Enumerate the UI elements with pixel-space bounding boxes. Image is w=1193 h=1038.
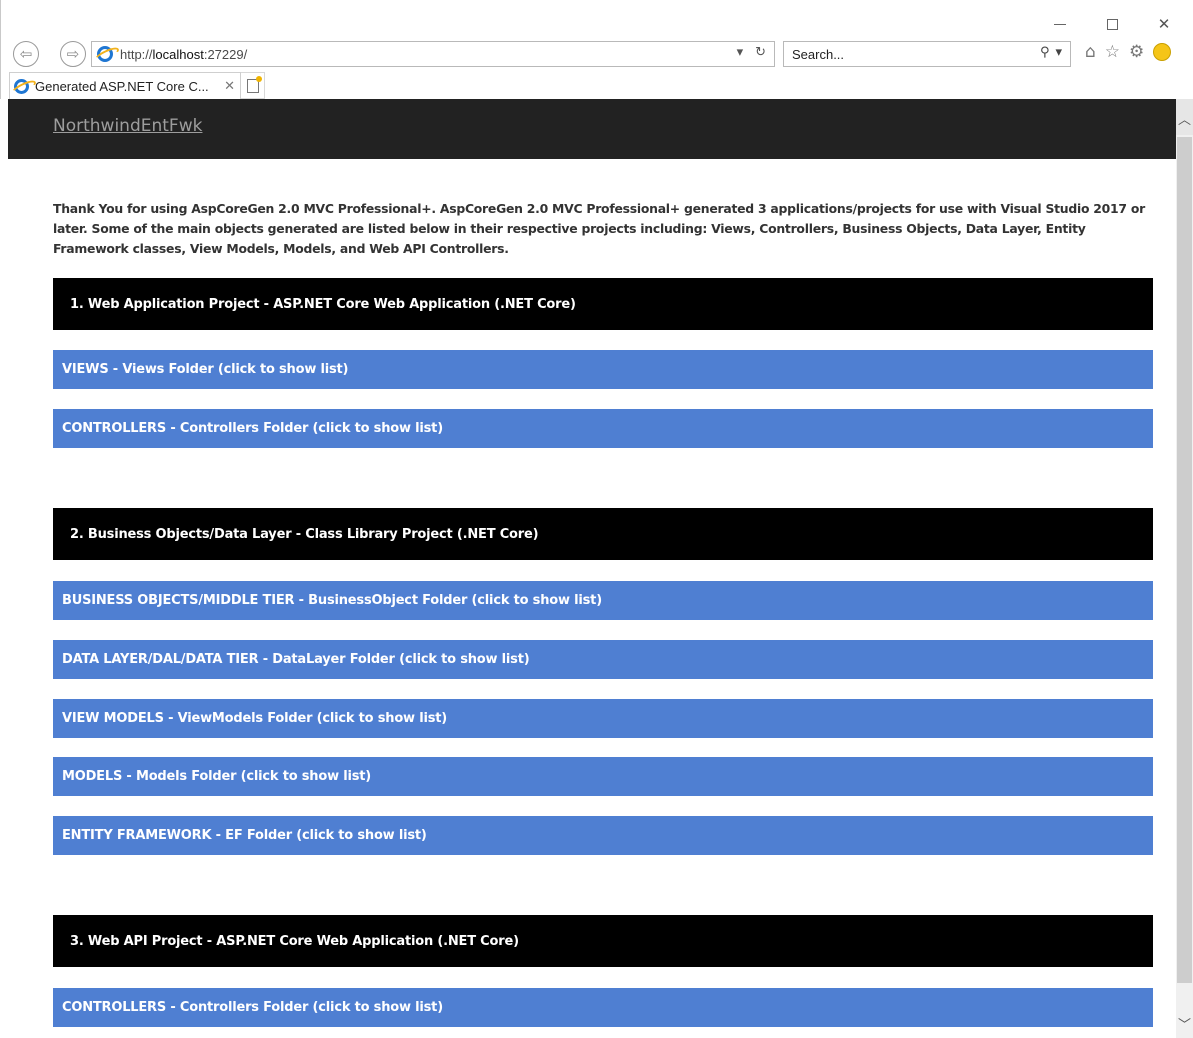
url-prefix: http:// xyxy=(120,46,153,62)
vertical-scrollbar[interactable]: ︿ ﹀ xyxy=(1176,99,1193,1038)
section-header-business-objects: 2. Business Objects/Data Layer - Class L… xyxy=(53,508,1153,560)
section-header-web-api: 3. Web API Project - ASP.NET Core Web Ap… xyxy=(53,915,1153,967)
home-icon[interactable]: ⌂ xyxy=(1085,42,1096,62)
chevron-up-icon: ︿ xyxy=(1177,113,1191,128)
folder-toggle-api-controllers[interactable]: CONTROLLERS - Controllers Folder (click … xyxy=(53,988,1153,1027)
ie-logo-icon xyxy=(14,78,29,94)
url-suffix: :27229/ xyxy=(203,46,248,62)
ie-logo-icon xyxy=(97,46,113,62)
scroll-up-button[interactable]: ︿ xyxy=(1176,99,1193,135)
address-bar[interactable]: http://localhost:27229/ ▾ ↻ xyxy=(91,41,775,67)
url-text[interactable]: http://localhost:27229/ xyxy=(120,47,247,62)
scroll-down-button[interactable]: ﹀ xyxy=(1176,1008,1193,1038)
folder-toggle-entity-framework[interactable]: ENTITY FRAMEWORK - EF Folder (click to s… xyxy=(53,816,1153,855)
scroll-thumb[interactable] xyxy=(1177,137,1192,983)
new-tab-icon xyxy=(246,75,262,93)
favorites-star-icon[interactable]: ☆ xyxy=(1105,42,1120,62)
minimize-icon xyxy=(1054,23,1066,25)
folder-toggle-view-models[interactable]: VIEW MODELS - ViewModels Folder (click t… xyxy=(53,699,1153,738)
close-window-button[interactable]: ✕ xyxy=(1149,13,1179,35)
back-arrow-icon: ⇦ xyxy=(19,45,33,63)
smiley-feedback-icon[interactable] xyxy=(1153,43,1172,61)
tab-bar: Generated ASP.NET Core C... ✕ xyxy=(9,72,265,99)
navigation-bar: ⇦ ⇨ http://localhost:27229/ ▾ ↻ ⚲ ▾ ⌂ ☆ … xyxy=(9,40,1191,68)
page-viewport: NorthwindEntFwk Thank You for using AspC… xyxy=(8,99,1176,1038)
address-tools: ▾ ↻ xyxy=(737,45,766,60)
forward-button[interactable]: ⇨ xyxy=(60,41,86,67)
maximize-icon xyxy=(1106,18,1118,30)
back-button[interactable]: ⇦ xyxy=(13,41,39,67)
new-tab-button[interactable] xyxy=(241,72,265,99)
maximize-button[interactable] xyxy=(1097,13,1127,35)
forward-arrow-icon: ⇨ xyxy=(66,45,80,63)
intro-text: Thank You for using AspCoreGen 2.0 MVC P… xyxy=(53,201,1145,256)
folder-toggle-business-objects[interactable]: BUSINESS OBJECTS/MIDDLE TIER - BusinessO… xyxy=(53,581,1153,620)
search-input[interactable] xyxy=(784,46,1014,62)
tab-close-icon[interactable]: ✕ xyxy=(224,78,235,94)
folder-toggle-views[interactable]: VIEWS - Views Folder (click to show list… xyxy=(53,350,1153,389)
folder-toggle-controllers[interactable]: CONTROLLERS - Controllers Folder (click … xyxy=(53,409,1153,448)
tab-title: Generated ASP.NET Core C... xyxy=(35,78,209,94)
folder-toggle-data-layer[interactable]: DATA LAYER/DAL/DATA TIER - DataLayer Fol… xyxy=(53,640,1153,679)
url-host: localhost xyxy=(152,46,204,62)
site-navbar: NorthwindEntFwk xyxy=(8,99,1176,159)
toolbar-icons: ⌂ ☆ ⚙ xyxy=(1085,42,1172,62)
browser-chrome: ✕ ⇦ ⇨ http://localhost:27229/ ▾ ↻ ⚲ ▾ ⌂ … xyxy=(0,0,1193,99)
gear-icon[interactable]: ⚙ xyxy=(1129,42,1144,62)
address-dropdown-icon[interactable]: ▾ xyxy=(737,45,744,60)
section-header-web-application: 1. Web Application Project - ASP.NET Cor… xyxy=(53,278,1153,330)
search-dropdown-icon[interactable]: ▾ xyxy=(1055,45,1062,60)
window-controls: ✕ xyxy=(1045,13,1179,35)
close-icon: ✕ xyxy=(1157,15,1171,33)
minimize-button[interactable] xyxy=(1045,13,1075,35)
search-tools: ⚲ ▾ xyxy=(1040,45,1062,60)
chevron-down-icon: ﹀ xyxy=(1177,1017,1191,1033)
refresh-icon[interactable]: ↻ xyxy=(755,45,766,60)
brand-link[interactable]: NorthwindEntFwk xyxy=(53,116,202,136)
search-box[interactable]: ⚲ ▾ xyxy=(783,41,1071,67)
tab-generated-aspnet[interactable]: Generated ASP.NET Core C... ✕ xyxy=(9,72,241,99)
search-icon[interactable]: ⚲ xyxy=(1040,45,1050,60)
folder-toggle-models[interactable]: MODELS - Models Folder (click to show li… xyxy=(53,757,1153,796)
